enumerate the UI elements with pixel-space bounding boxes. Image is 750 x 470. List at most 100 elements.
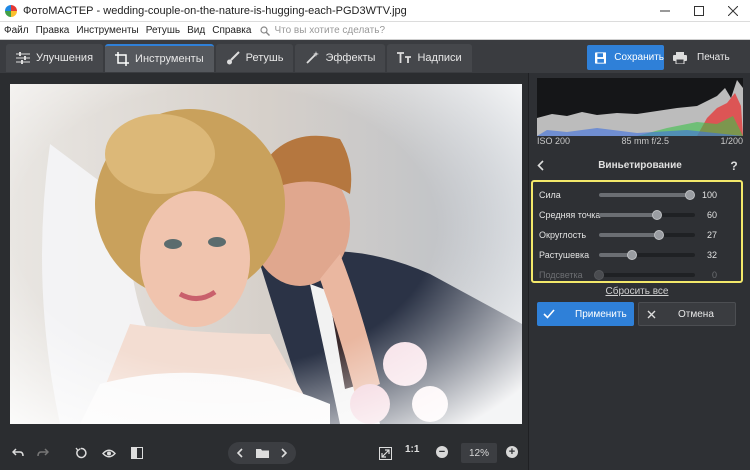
slider-label: Средняя точка bbox=[539, 210, 601, 220]
apply-label: Применить bbox=[575, 308, 627, 320]
magic-wand-icon bbox=[306, 51, 320, 64]
slider-track[interactable] bbox=[599, 190, 696, 200]
help-icon[interactable]: ? bbox=[727, 157, 741, 174]
bottom-toolbar: 1:1 − 12% + bbox=[0, 435, 528, 470]
slider-value: 100 bbox=[701, 190, 717, 200]
printer-icon bbox=[673, 51, 687, 64]
print-button[interactable]: Печать bbox=[669, 45, 739, 70]
slider-fill bbox=[599, 233, 660, 237]
title-bar: ФотоМАСТЕР - wedding-couple-on-the-natur… bbox=[0, 0, 750, 22]
fit-to-screen-icon[interactable] bbox=[376, 444, 394, 462]
cancel-label: Отмена bbox=[678, 308, 714, 320]
tab-effects[interactable]: Эффекты bbox=[295, 44, 386, 72]
save-label: Сохранить bbox=[614, 52, 664, 63]
sliders-icon bbox=[16, 52, 30, 64]
window-controls bbox=[648, 0, 750, 22]
slider-value: 32 bbox=[706, 250, 717, 260]
minimize-icon[interactable] bbox=[648, 0, 682, 22]
tab-tools[interactable]: Инструменты bbox=[105, 44, 214, 72]
tab-strip: Улучшения Инструменты Ретушь Эффекты Над… bbox=[6, 44, 474, 72]
app-logo-icon bbox=[5, 4, 17, 17]
tab-label: Эффекты bbox=[325, 52, 376, 64]
slider-track[interactable] bbox=[599, 210, 695, 220]
crop-icon bbox=[115, 52, 130, 66]
slider-label: Растушевка bbox=[539, 250, 590, 260]
zoom-in-icon[interactable]: + bbox=[506, 446, 518, 458]
menu-help[interactable]: Справка bbox=[208, 25, 254, 36]
close-icon bbox=[647, 310, 656, 318]
slider-handle[interactable] bbox=[654, 230, 665, 240]
zoom-out-icon[interactable]: − bbox=[436, 446, 448, 458]
slider-value: 60 bbox=[706, 210, 717, 220]
print-label: Печать bbox=[697, 52, 730, 63]
slider-track[interactable] bbox=[599, 230, 695, 240]
slider-handle[interactable] bbox=[626, 250, 637, 260]
slider-track bbox=[594, 270, 695, 280]
exif-lens: 85 mm f/2.5 bbox=[621, 136, 670, 146]
tab-label: Надписи bbox=[417, 52, 462, 64]
slider-fill bbox=[599, 213, 657, 217]
slider-row: Сила 100 bbox=[533, 185, 741, 205]
slider-value: 27 bbox=[706, 230, 717, 240]
menu-edit[interactable]: Правка bbox=[32, 25, 73, 36]
menu-file[interactable]: Файл bbox=[0, 25, 32, 36]
tab-retouch[interactable]: Ретушь bbox=[215, 44, 294, 72]
next-arrow-icon[interactable] bbox=[275, 444, 293, 462]
tab-captions[interactable]: Надписи bbox=[387, 44, 472, 72]
search-placeholder: Что вы хотите сделать? bbox=[274, 25, 385, 36]
slider-handle[interactable] bbox=[651, 210, 662, 220]
folder-icon[interactable] bbox=[253, 444, 271, 462]
slider-row: Подсветка 0 bbox=[533, 265, 741, 285]
slider-value: 0 bbox=[711, 270, 717, 280]
apply-button[interactable]: Применить bbox=[537, 302, 634, 326]
adjustments-panel: ISO 200 85 mm f/2.5 1/200 Виньетирование… bbox=[528, 73, 750, 470]
menu-tools[interactable]: Инструменты bbox=[72, 25, 141, 36]
slider-track[interactable] bbox=[599, 250, 695, 260]
search-icon bbox=[260, 25, 271, 36]
exif-shutter: 1/200 bbox=[720, 136, 743, 146]
menu-retouch[interactable]: Ретушь bbox=[142, 25, 183, 36]
photo-preview[interactable] bbox=[10, 84, 522, 424]
wedding-couple-photo bbox=[10, 84, 522, 424]
rotate-icon[interactable] bbox=[72, 444, 90, 462]
menu-search[interactable]: Что вы хотите сделать? bbox=[260, 25, 385, 36]
slider-handle bbox=[594, 270, 604, 280]
eye-icon[interactable] bbox=[100, 444, 118, 462]
slider-handle[interactable] bbox=[685, 190, 696, 200]
save-button[interactable]: Сохранить bbox=[587, 45, 664, 70]
brush-icon bbox=[226, 51, 240, 65]
exif-iso: ISO 200 bbox=[537, 136, 571, 146]
slider-row: Округлость 27 bbox=[533, 225, 741, 245]
maximize-icon[interactable] bbox=[682, 0, 716, 22]
exif-info: ISO 200 85 mm f/2.5 1/200 bbox=[537, 136, 743, 149]
redo-icon[interactable] bbox=[34, 444, 52, 462]
slider-row: Растушевка 32 bbox=[533, 245, 741, 265]
window-title: ФотоМАСТЕР - wedding-couple-on-the-natur… bbox=[23, 4, 407, 17]
slider-label: Округлость bbox=[539, 230, 587, 240]
tab-label: Инструменты bbox=[135, 53, 204, 65]
vignette-sliders: Сила 100 Средняя точка 60 Округлость 27 Растуш… bbox=[531, 180, 743, 283]
undo-icon[interactable] bbox=[9, 444, 27, 462]
compare-icon[interactable] bbox=[128, 444, 146, 462]
tab-label: Улучшения bbox=[36, 52, 94, 64]
panel-title: Виньетирование bbox=[598, 160, 682, 171]
tab-label: Ретушь bbox=[245, 52, 284, 64]
histogram bbox=[537, 78, 743, 136]
slider-label: Подсветка bbox=[539, 270, 583, 280]
reset-all-link[interactable]: Сбросить все bbox=[529, 286, 745, 297]
close-icon[interactable] bbox=[716, 0, 750, 22]
previous-arrow-icon[interactable] bbox=[231, 444, 249, 462]
check-icon bbox=[543, 309, 555, 319]
navigation-pill bbox=[228, 442, 296, 464]
actual-size-button[interactable]: 1:1 bbox=[405, 444, 419, 455]
photo-canvas bbox=[0, 73, 528, 435]
cancel-button[interactable]: Отмена bbox=[638, 302, 736, 326]
save-icon bbox=[595, 51, 607, 64]
zoom-level[interactable]: 12% bbox=[461, 443, 497, 463]
tab-enhancements[interactable]: Улучшения bbox=[6, 44, 104, 72]
slider-row: Средняя точка 60 bbox=[533, 205, 741, 225]
menu-view[interactable]: Вид bbox=[183, 25, 208, 36]
text-icon bbox=[397, 52, 412, 63]
slider-label: Сила bbox=[539, 190, 561, 200]
slider-fill bbox=[599, 193, 691, 197]
